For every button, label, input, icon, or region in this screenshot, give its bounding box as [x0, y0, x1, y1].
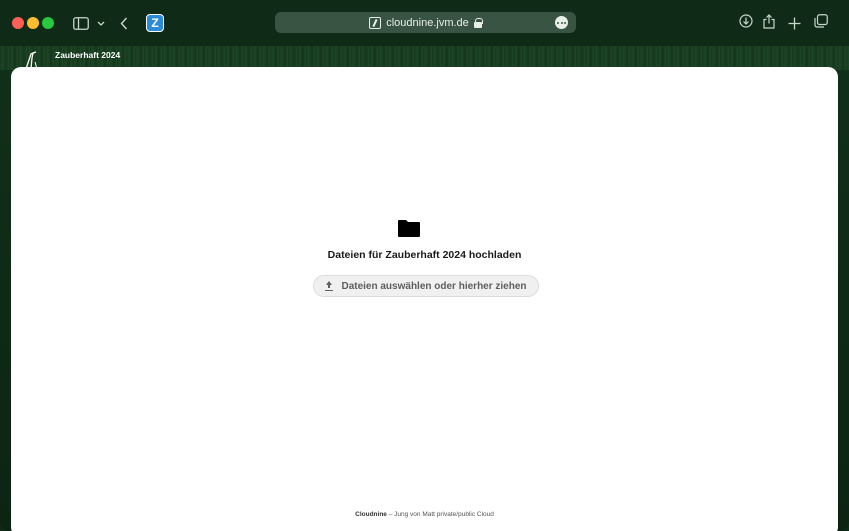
tabs-overview-icon[interactable] — [814, 14, 828, 32]
close-window-button[interactable] — [12, 17, 24, 29]
upload-icon — [325, 281, 334, 291]
share-icon[interactable] — [763, 14, 777, 32]
page-content: Dateien für Zauberhaft 2024 hochladen Da… — [11, 67, 838, 531]
site-favicon-icon — [369, 16, 382, 29]
tab-title[interactable]: Zauberhaft 2024 — [55, 50, 120, 60]
url-text: cloudnine.jvm.de — [386, 16, 469, 29]
back-icon[interactable] — [117, 14, 131, 32]
chevron-down-icon[interactable] — [95, 14, 107, 32]
download-icon[interactable] — [739, 14, 753, 32]
lock-icon — [473, 17, 483, 28]
sidebar-icon[interactable] — [72, 14, 90, 32]
footer: Cloudnine – Jung von Matt private/public… — [11, 511, 838, 518]
upload-button-label: Dateien auswählen oder hierher ziehen — [341, 280, 527, 292]
minimize-window-button[interactable] — [27, 17, 39, 29]
address-bar[interactable]: cloudnine.jvm.de — [275, 12, 576, 33]
footer-brand: Cloudnine — [355, 511, 387, 518]
footer-tagline: – Jung von Matt private/public Cloud — [386, 511, 494, 518]
favicon-z-icon[interactable]: Z — [146, 14, 164, 32]
new-tab-plus-icon[interactable] — [788, 14, 802, 32]
upload-files-button[interactable]: Dateien auswählen oder hierher ziehen — [313, 275, 539, 297]
zoom-window-button[interactable] — [42, 17, 54, 29]
browser-window: Z cloudnine.jvm.de Zauberhaft 2024 Datei… — [0, 0, 849, 531]
upload-heading: Dateien für Zauberhaft 2024 hochladen — [327, 249, 522, 261]
title-bar: Z cloudnine.jvm.de — [0, 0, 849, 46]
more-icon[interactable] — [555, 16, 568, 29]
folder-icon — [398, 219, 420, 237]
